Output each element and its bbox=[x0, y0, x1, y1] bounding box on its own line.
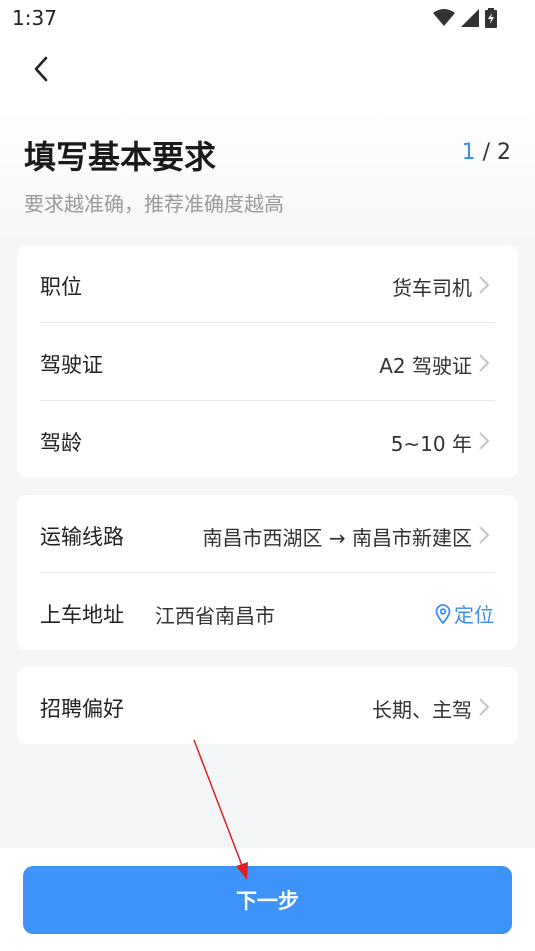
location-pin-icon bbox=[435, 603, 451, 624]
step-total: / 2 bbox=[475, 140, 511, 165]
next-step-button[interactable]: 下一步 bbox=[23, 866, 512, 934]
row-label: 职位 bbox=[40, 275, 82, 299]
row-position[interactable]: 职位 货车司机 bbox=[17, 245, 518, 323]
step-current: 1 bbox=[461, 140, 476, 165]
page-subtitle: 要求越准确，推荐准确度越高 bbox=[24, 192, 284, 216]
row-pickup-address[interactable]: 上车地址 江西省南昌市 定位 bbox=[17, 573, 518, 651]
battery-icon bbox=[485, 8, 497, 28]
route-card: 运输线路 南昌市西湖区 → 南昌市新建区 上车地址 江西省南昌市 定位 bbox=[17, 495, 518, 650]
pickup-address-value: 江西省南昌市 bbox=[155, 604, 275, 628]
row-route[interactable]: 运输线路 南昌市西湖区 → 南昌市新建区 bbox=[17, 495, 518, 573]
wifi-icon bbox=[433, 9, 455, 26]
row-label: 运输线路 bbox=[40, 525, 124, 549]
row-driving-years[interactable]: 驾龄 5~10 年 bbox=[17, 401, 518, 479]
row-value: 南昌市西湖区 → 南昌市新建区 bbox=[202, 526, 472, 550]
chevron-right-icon bbox=[479, 698, 490, 716]
chevron-right-icon bbox=[479, 432, 490, 450]
status-bar: 1:37 bbox=[0, 0, 535, 36]
step-indicator: 1 / 2 bbox=[462, 140, 511, 165]
row-preference[interactable]: 招聘偏好 长期、主驾 bbox=[17, 667, 518, 745]
status-time: 1:37 bbox=[12, 6, 57, 30]
status-icons bbox=[433, 8, 497, 28]
row-label: 驾龄 bbox=[40, 431, 82, 455]
signal-icon bbox=[461, 9, 479, 27]
row-label: 招聘偏好 bbox=[40, 697, 124, 721]
row-license[interactable]: 驾驶证 A2 驾驶证 bbox=[17, 323, 518, 401]
chevron-right-icon bbox=[479, 354, 490, 372]
page-title: 填写基本要求 bbox=[24, 138, 217, 176]
row-value: A2 驾驶证 bbox=[379, 354, 472, 378]
row-label: 上车地址 bbox=[40, 603, 124, 627]
preference-card: 招聘偏好 长期、主驾 bbox=[17, 667, 518, 744]
locate-label: 定位 bbox=[454, 603, 494, 627]
chevron-right-icon bbox=[479, 526, 490, 544]
row-value: 货车司机 bbox=[392, 276, 472, 300]
locate-button[interactable]: 定位 bbox=[435, 599, 494, 628]
row-value: 5~10 年 bbox=[390, 432, 472, 456]
row-label: 驾驶证 bbox=[40, 353, 103, 377]
row-value: 长期、主驾 bbox=[372, 698, 472, 722]
basic-info-card: 职位 货车司机 驾驶证 A2 驾驶证 驾龄 5~10 年 bbox=[17, 245, 518, 478]
chevron-left-icon bbox=[34, 56, 48, 82]
back-button[interactable] bbox=[24, 52, 58, 86]
chevron-right-icon bbox=[479, 276, 490, 294]
